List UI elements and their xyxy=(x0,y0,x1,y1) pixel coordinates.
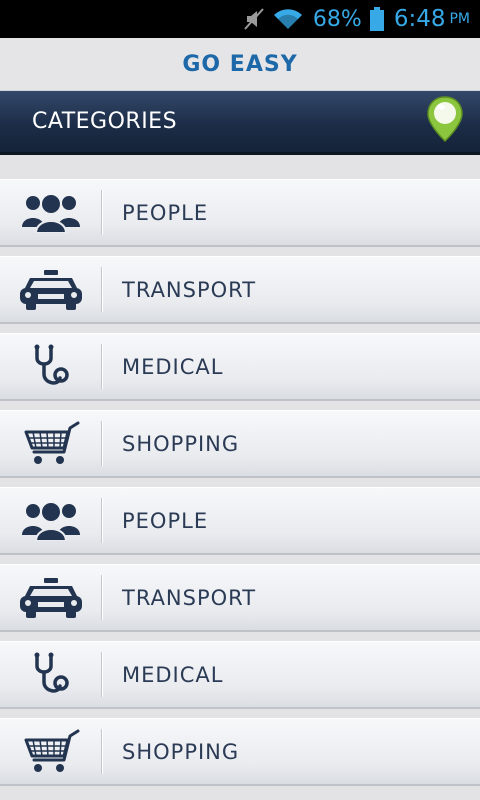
location-pin-icon[interactable] xyxy=(426,95,464,148)
category-label: TRANSPORT xyxy=(122,585,257,610)
category-row-shopping[interactable]: SHOPPING xyxy=(0,410,480,478)
category-row-shopping[interactable]: SHOPPING xyxy=(0,718,480,786)
clock-ampm: PM xyxy=(449,11,470,27)
app-bar: GO EASY xyxy=(0,38,480,91)
stethoscope-icon xyxy=(0,642,102,707)
battery-percent: 68% xyxy=(312,6,362,32)
category-list: PEOPLE TRANSPORT MEDICAL SHOPPING PEOPLE… xyxy=(0,155,480,786)
category-label: PEOPLE xyxy=(122,508,209,533)
category-label: SHOPPING xyxy=(122,739,240,764)
category-label: SHOPPING xyxy=(122,431,240,456)
categories-header: CATEGORIES xyxy=(0,91,480,155)
people-icon xyxy=(0,180,102,245)
category-row-medical[interactable]: MEDICAL xyxy=(0,641,480,709)
people-icon xyxy=(0,488,102,553)
stethoscope-icon xyxy=(0,334,102,399)
category-label: TRANSPORT xyxy=(122,277,257,302)
category-label: MEDICAL xyxy=(122,354,224,379)
category-row-people[interactable]: PEOPLE xyxy=(0,487,480,555)
mute-icon xyxy=(243,7,265,31)
battery-icon xyxy=(369,7,384,31)
page-title: CATEGORIES xyxy=(32,109,178,134)
app-title: GO EASY xyxy=(182,51,298,77)
cart-icon xyxy=(0,411,102,476)
category-row-transport[interactable]: TRANSPORT xyxy=(0,564,480,632)
category-label: PEOPLE xyxy=(122,200,209,225)
category-row-people[interactable]: PEOPLE xyxy=(0,179,480,247)
category-row-transport[interactable]: TRANSPORT xyxy=(0,256,480,324)
status-bar: 68% 6:48 PM xyxy=(0,0,480,38)
taxi-icon xyxy=(0,257,102,322)
cart-icon xyxy=(0,719,102,784)
category-label: MEDICAL xyxy=(122,662,224,687)
clock-time: 6:48 xyxy=(393,6,446,32)
wifi-icon xyxy=(273,7,303,31)
taxi-icon xyxy=(0,565,102,630)
category-row-medical[interactable]: MEDICAL xyxy=(0,333,480,401)
